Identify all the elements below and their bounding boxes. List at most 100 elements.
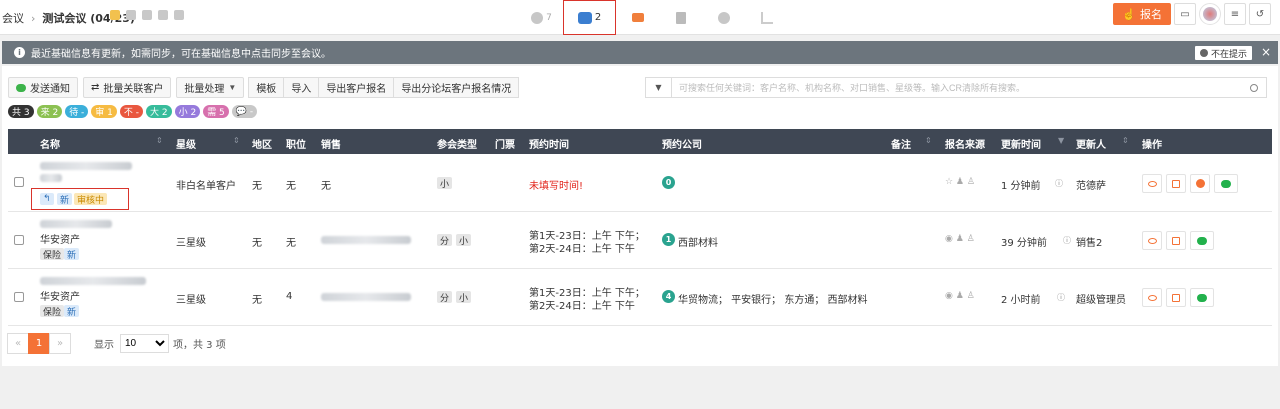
template-button[interactable]: 模板 [248,77,285,98]
bulk-process-dropdown[interactable]: 批量处理 ▼ [176,77,245,98]
row-updater: 销售2 [1076,238,1103,249]
eye-icon [1147,294,1157,301]
info-icon[interactable]: ⓘ [1057,292,1065,303]
import-export-group: 模板 导入 导出客户报名 导出分论坛客户报名情况 [248,77,520,98]
sort-icon[interactable]: ⇕ [156,136,163,145]
bulk-process-label: 批量处理 [184,84,225,95]
company-count-badge[interactable]: 1 [662,233,675,246]
filter-badge[interactable]: 💬 - [231,105,258,118]
filter-badge[interactable]: 大 2 [146,105,172,118]
row-org: 华安资产 [40,292,80,303]
filter-badge[interactable]: 待 - [65,105,89,118]
row-region: 无 [252,181,262,192]
page-button-current[interactable]: 1 [28,333,50,354]
tag-insurance: 保险 [40,305,65,318]
filter-badge[interactable]: 小 2 [174,105,201,118]
edit-icon [1172,179,1180,188]
checkbox-icon[interactable] [174,10,184,20]
tab-documents[interactable] [659,0,702,35]
row-checkbox[interactable] [14,292,24,302]
ban-icon [1195,179,1205,188]
register-button[interactable]: ☝ 报名 [1113,3,1171,25]
export-forum-button[interactable]: 导出分论坛客户报名情况 [393,77,520,98]
reply-icon[interactable]: ↰ [40,193,54,205]
reject-button[interactable] [1190,174,1210,193]
tab-camera[interactable] [702,0,745,35]
edit-button[interactable] [1166,174,1186,193]
settings-button[interactable]: ≡ [1224,3,1246,25]
filter-badge[interactable]: 共 3 [8,105,34,118]
info-icon[interactable]: ⓘ [1055,178,1063,189]
row-position: 无 [286,181,296,192]
row-updated: 1 分钟前 [1001,181,1041,192]
edit-button[interactable] [1166,288,1186,307]
wechat-button[interactable] [1190,231,1214,250]
row-checkbox[interactable] [14,235,24,245]
edit-button[interactable] [1166,231,1186,250]
row-sales: 无 [321,181,331,192]
col-time: 预约时间 [529,140,569,151]
export-signup-button[interactable]: 导出客户报名 [318,77,395,98]
company-count-badge[interactable]: 4 [662,290,675,303]
star-icon[interactable] [110,10,120,20]
edit-icon [1172,293,1180,302]
col-level[interactable]: 星级 [176,136,196,151]
source-icons: ◉ ♟ ♙ [945,234,975,244]
prev-page-button[interactable]: « [7,333,29,354]
table-row[interactable]: 华安资产 保险 新 三星级 无 4 分 小 第1天-23日：上午 下午； 第2天… [8,269,1272,326]
avatar[interactable] [1199,3,1221,25]
sliders-icon: ≡ [1230,8,1240,20]
filter-badge[interactable]: 来 2 [36,105,63,118]
redacted-sales [321,293,411,301]
filter-badge[interactable]: 不 - [119,105,143,118]
time-line: 第2天-24日：上午 下午 [529,301,635,312]
tab-stats[interactable] [745,0,788,35]
company-count-badge[interactable]: 0 [662,176,675,189]
sort-icon[interactable]: ⇕ [925,136,932,145]
sort-icon[interactable]: ⇕ [1122,136,1129,145]
tab-groups[interactable]: 2 [563,0,616,35]
sort-desc-icon[interactable]: ▼ [1058,136,1064,145]
wechat-button[interactable] [1214,174,1238,193]
search-filter-dropdown[interactable]: ▼ [646,78,672,97]
dismiss-notice-button[interactable]: 不在提示 [1194,46,1252,60]
page-size-label: 显示 [94,340,114,351]
table-header: 名称 ⇕ 星级 ⇕ 地区 职位 销售 参会类型 门票 预约时间 预约公司 备注 … [8,129,1272,154]
sort-icon[interactable]: ⇕ [233,136,240,145]
tag-reviewing: 审核中 [74,193,108,206]
send-notice-button[interactable]: 发送通知 [8,77,78,98]
search-icon[interactable] [1250,83,1258,92]
next-page-button[interactable]: » [49,333,71,354]
col-type: 参会类型 [437,140,477,151]
eye-icon[interactable] [142,10,152,20]
tab-tickets[interactable] [616,0,659,35]
row-level: 三星级 [176,238,206,249]
view-button[interactable] [1142,174,1162,193]
lock-icon[interactable] [126,10,136,20]
table-row[interactable]: 华安资产 保险 新 三星级 无 无 分 小 第1天-23日：上午 下午； 第2天… [8,212,1272,269]
row-position: 无 [286,238,296,249]
bulk-link-button[interactable]: ⇄ 批量关联客户 [83,77,172,98]
import-button[interactable]: 导入 [283,77,320,98]
toolbar: 发送通知 ⇄ 批量关联客户 批量处理 ▼ 模板 导入 导出客户报名 导出分论坛客户报… [8,77,520,98]
tab-persons[interactable]: 7 [520,0,563,35]
row-checkbox[interactable] [14,177,24,187]
breadcrumb-root[interactable]: 会议 [2,12,24,25]
monitor-icon[interactable] [158,10,168,20]
company-names: 华贸物流； 平安银行； 东方通； 西部材料 [678,295,868,306]
table-row[interactable]: ↰ 新 审核中 非白名单客户 无 无 无 小 未填写时间! 0 ☆ ♟ ♙ 1 … [8,154,1272,212]
undo-button[interactable]: ↺ [1249,3,1271,25]
page-size-select[interactable]: 10 [120,334,169,353]
view-button[interactable] [1142,231,1162,250]
view-button[interactable] [1142,288,1162,307]
close-icon[interactable]: × [1261,45,1271,59]
monitor-button[interactable]: ▭ [1174,3,1196,25]
col-updated[interactable]: 更新时间 [1001,136,1041,151]
filter-badge[interactable]: 需 5 [203,105,229,118]
search-input[interactable] [672,79,1250,96]
col-name[interactable]: 名称 [40,136,60,151]
wechat-button[interactable] [1190,288,1214,307]
info-icon[interactable]: ⓘ [1063,235,1071,246]
source-icons: ◉ ♟ ♙ [945,291,975,301]
filter-badge[interactable]: 审 1 [91,105,117,118]
